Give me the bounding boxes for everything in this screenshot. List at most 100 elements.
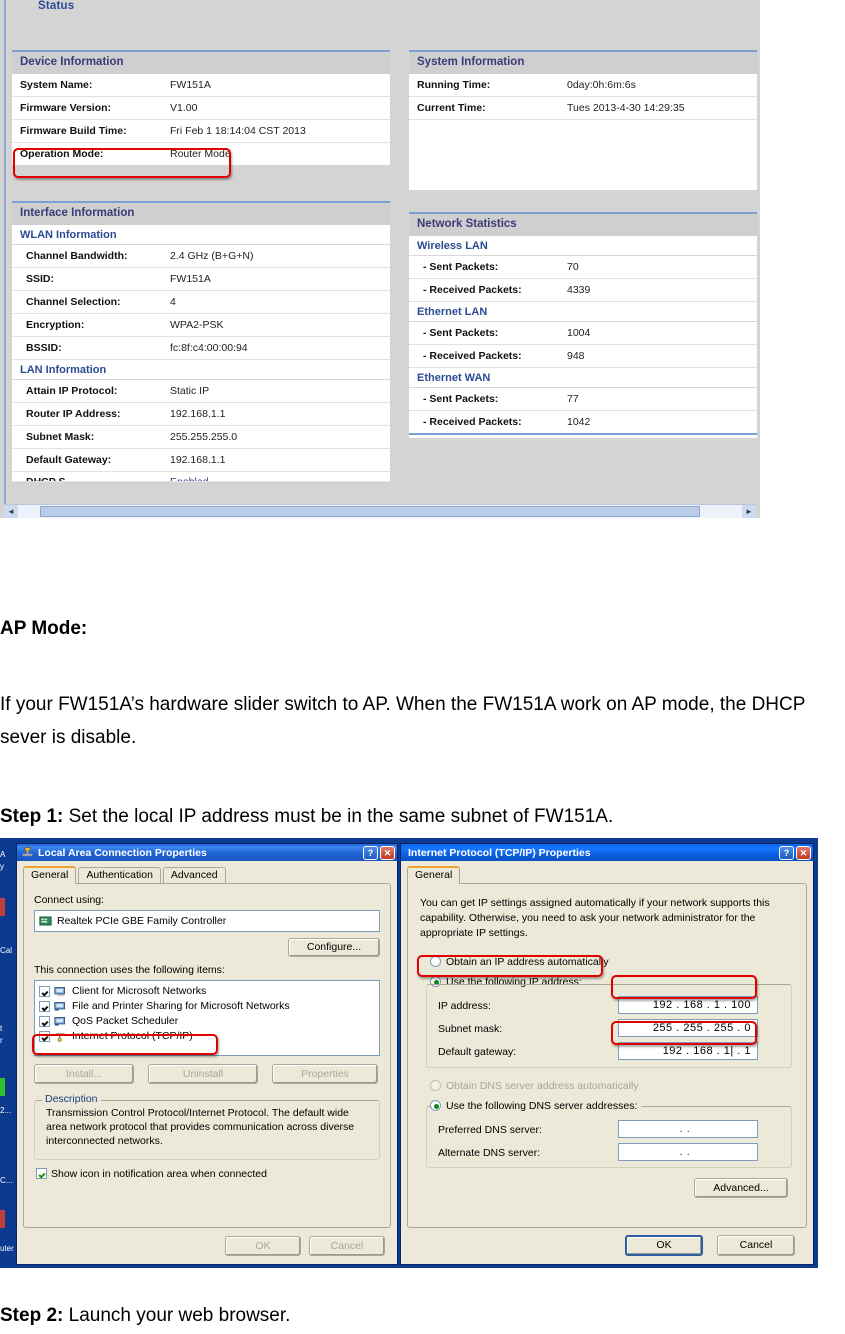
table-row: Firmware Build Time: Fri Feb 1 18:14:04 … (12, 120, 390, 143)
list-item[interactable]: QoS Packet Scheduler (39, 1014, 375, 1029)
default-gateway-label: Default gateway: (438, 1046, 517, 1058)
scroll-left-arrow[interactable]: ◄ (4, 505, 18, 518)
alternate-dns-field[interactable]: . . (618, 1143, 758, 1161)
table-row: BSSID: fc:8f:c4:00:00:94 (12, 337, 390, 360)
general-tab-page: You can get IP settings assigned automat… (407, 883, 807, 1228)
description-legend: Description (42, 1093, 101, 1105)
network-statistics-bottom-border (409, 433, 757, 438)
scroll-right-arrow[interactable]: ► (742, 505, 756, 518)
step-1-text: Set the local IP address must be in the … (63, 806, 614, 827)
device-information-header: Device Information (12, 50, 390, 74)
device-information-panel: Device Information System Name: FW151A F… (12, 50, 390, 165)
subnet-mask-label: Subnet mask: (438, 1023, 503, 1035)
row-value: 0day:0h:6m:6s (567, 79, 636, 91)
radio-unselected-icon[interactable] (430, 1080, 441, 1091)
list-item[interactable]: File and Printer Sharing for Microsoft N… (39, 999, 375, 1014)
checkbox-checked-icon[interactable] (39, 1031, 50, 1042)
row-value: Enabled (170, 476, 209, 482)
interface-information-header: Interface Information (12, 201, 390, 225)
windows-xp-screenshot: A y Cal t r 2... C... uter Local Area Co… (0, 838, 818, 1268)
cancel-button[interactable]: Cancel (309, 1236, 385, 1256)
row-value: Fri Feb 1 18:14:04 CST 2013 (170, 125, 306, 137)
ip-address-field[interactable]: 192 . 168 . 1 . 100 (618, 996, 758, 1014)
help-button[interactable]: ? (779, 845, 794, 860)
table-row: - Received Packets: 1042 (409, 411, 757, 433)
tab-advanced[interactable]: Advanced (162, 867, 226, 884)
router-status-title: Status (38, 0, 75, 12)
row-key: - Sent Packets: (423, 393, 499, 405)
tab-strip[interactable]: General (407, 866, 807, 884)
radio-selected-icon[interactable] (430, 1100, 441, 1111)
ap-mode-paragraph: If your FW151A’s hardware slider switch … (0, 694, 806, 748)
table-row: Channel Bandwidth: 2.4 GHz (B+G+N) (12, 245, 390, 268)
radio-unselected-icon[interactable] (430, 956, 441, 967)
router-status-screenshot: Status Device Information System Name: F… (0, 0, 760, 518)
desktop-icon-label: C... (0, 1176, 13, 1185)
default-gateway-field[interactable]: 192 . 168 . 1| . 1 (618, 1042, 758, 1060)
row-key: Operation Mode: (20, 148, 104, 160)
row-value: 255.255.255.0 (170, 431, 238, 443)
subnet-mask-field[interactable]: 255 . 255 . 255 . 0 (618, 1019, 758, 1037)
table-row: Channel Selection: 4 (12, 291, 390, 314)
checkbox-checked-icon[interactable] (39, 986, 50, 997)
scrollbar-track[interactable] (18, 505, 742, 518)
table-row: Subnet Mask: 255.255.255.0 (12, 426, 390, 449)
intro-text: You can get IP settings assigned automat… (420, 897, 770, 939)
list-item-tcpip[interactable]: Internet Protocol (TCP/IP) (39, 1029, 375, 1044)
preferred-dns-field[interactable]: . . (618, 1120, 758, 1138)
advanced-button[interactable]: Advanced... (694, 1178, 788, 1198)
tab-general[interactable]: General (23, 866, 77, 884)
tab-authentication[interactable]: Authentication (78, 867, 161, 884)
step-1-label: Step 1: (0, 806, 64, 827)
dialog-title-bar[interactable]: Local Area Connection Properties ? ✕ (17, 844, 397, 861)
router-left-rail (0, 0, 6, 512)
uninstall-button[interactable]: Uninstall (148, 1064, 258, 1084)
row-value: fc:8f:c4:00:00:94 (170, 342, 248, 354)
internet-protocol-properties-dialog[interactable]: Internet Protocol (TCP/IP) Properties ? … (400, 843, 814, 1265)
ok-button[interactable]: OK (625, 1235, 703, 1256)
general-tab-page: Connect using: Realtek PCIe GBE Family C… (23, 883, 391, 1228)
close-icon[interactable]: ✕ (380, 845, 395, 860)
row-value: Static IP (170, 385, 210, 397)
dialog-title-bar[interactable]: Internet Protocol (TCP/IP) Properties ? … (401, 844, 813, 861)
install-button[interactable]: Install... (34, 1064, 134, 1084)
desktop-icon-label: t (0, 1024, 3, 1033)
local-area-connection-properties-dialog[interactable]: Local Area Connection Properties ? ✕ Gen… (16, 843, 398, 1265)
tab-general[interactable]: General (407, 866, 461, 884)
row-key: - Sent Packets: (423, 261, 499, 273)
help-button[interactable]: ? (363, 845, 378, 860)
table-row-operation-mode: Operation Mode: Router Mode (12, 143, 390, 165)
router-horizontal-scrollbar[interactable]: ◄ ► (4, 504, 756, 518)
radio-obtain-ip-row[interactable]: Obtain an IP address automatically (430, 956, 609, 968)
radio-auto-dns-label: Obtain DNS server address automatically (446, 1080, 639, 1092)
ok-button[interactable]: OK (225, 1236, 301, 1256)
dialog-client-area: General Authentication Advanced Connect … (17, 861, 397, 1264)
table-row: - Sent Packets: 1004 (409, 322, 757, 345)
table-row: - Received Packets: 948 (409, 345, 757, 368)
scrollbar-thumb[interactable] (40, 506, 700, 517)
row-value: 948 (567, 350, 585, 362)
alternate-dns-label: Alternate DNS server: (438, 1147, 541, 1159)
row-value: 2.4 GHz (B+G+N) (170, 250, 254, 262)
radio-manual-dns-row[interactable]: Use the following DNS server addresses: (430, 1100, 642, 1112)
list-item-label: QoS Packet Scheduler (72, 1015, 179, 1027)
table-row-clipped: DHCP S Enabled (12, 472, 390, 482)
show-icon-row[interactable]: Show icon in notification area when conn… (36, 1168, 267, 1180)
row-value: 4 (170, 296, 176, 308)
radio-auto-dns-row[interactable]: Obtain DNS server address automatically (430, 1080, 639, 1092)
cancel-button[interactable]: Cancel (717, 1235, 795, 1256)
close-icon[interactable]: ✕ (796, 845, 811, 860)
desktop-icon-label: 2... (0, 1106, 12, 1115)
list-item[interactable]: Client for Microsoft Networks (39, 984, 375, 999)
checkbox-checked-icon[interactable] (36, 1168, 47, 1179)
components-list[interactable]: Client for Microsoft Networks File and P… (34, 980, 380, 1056)
configure-button[interactable]: Configure... (288, 938, 380, 957)
radio-obtain-ip-label: Obtain an IP address automatically (446, 956, 609, 968)
row-key: Default Gateway: (26, 454, 112, 466)
adapter-field[interactable]: Realtek PCIe GBE Family Controller (34, 910, 380, 932)
properties-button[interactable]: Properties (272, 1064, 378, 1084)
file-printer-sharing-icon (54, 1002, 65, 1011)
checkbox-checked-icon[interactable] (39, 1016, 50, 1027)
tab-strip[interactable]: General Authentication Advanced (23, 866, 391, 884)
checkbox-checked-icon[interactable] (39, 1001, 50, 1012)
